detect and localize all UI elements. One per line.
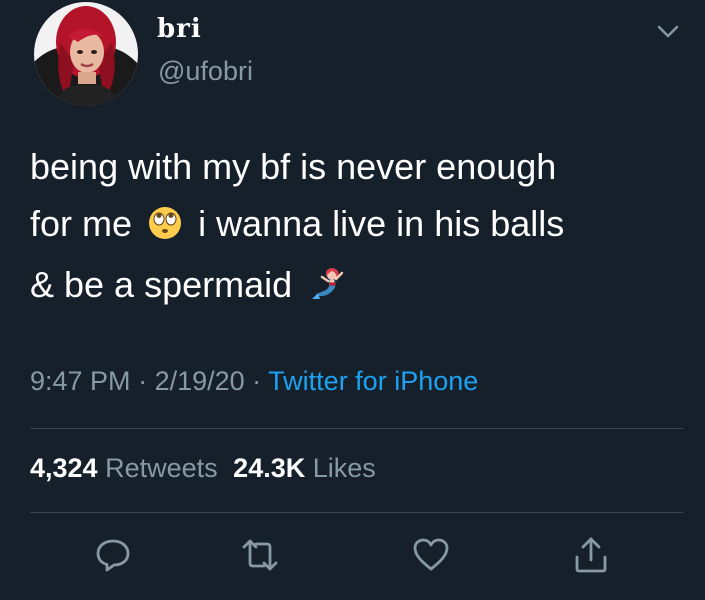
tweet-source-link[interactable]: Twitter for iPhone — [268, 366, 478, 396]
tweet-actions — [0, 535, 705, 585]
tweet-text: being with my bf is never enough for me … — [30, 138, 680, 317]
divider — [30, 512, 683, 513]
eye-roll-emoji-icon — [148, 199, 182, 256]
avatar[interactable] — [34, 2, 138, 106]
reply-icon[interactable] — [93, 535, 133, 575]
retweets-count: 4,324 — [30, 453, 98, 483]
display-name[interactable]: bri — [157, 14, 202, 44]
tweet-line-1: being with my bf is never enough — [30, 146, 557, 187]
tweet-card: bri @ufobri being with my bf is never en… — [0, 0, 705, 600]
meta-separator: · — [130, 366, 155, 396]
tweet-stats: 4,324 Retweets 24.3K Likes — [30, 453, 384, 484]
likes-count: 24.3K — [233, 453, 306, 483]
tweet-line-2: for me i wanna live in his balls — [30, 195, 680, 256]
tweet-line-2-start: for me — [30, 203, 133, 244]
share-icon[interactable] — [571, 535, 611, 575]
divider — [30, 428, 683, 429]
meta-separator: · — [244, 366, 269, 396]
user-handle[interactable]: @ufobri — [158, 56, 253, 87]
tweet-meta: 9:47 PM · 2/19/20 · Twitter for iPhone — [30, 366, 478, 397]
likes-label: Likes — [312, 453, 376, 483]
retweets-stat[interactable]: 4,324 Retweets — [30, 453, 218, 483]
chevron-down-icon[interactable] — [655, 18, 681, 44]
heart-icon[interactable] — [411, 535, 451, 575]
retweet-icon[interactable] — [240, 535, 280, 575]
likes-stat[interactable]: 24.3K Likes — [233, 453, 376, 483]
tweet-date[interactable]: 2/19/20 — [155, 366, 245, 396]
tweet-line-3-text: & be a spermaid — [30, 264, 293, 305]
tweet-line-2-end: i wanna live in his balls — [198, 203, 565, 244]
mermaid-emoji-icon — [308, 260, 348, 317]
tweet-time[interactable]: 9:47 PM — [30, 366, 131, 396]
retweets-label: Retweets — [105, 453, 218, 483]
tweet-line-3: & be a spermaid — [30, 256, 680, 317]
